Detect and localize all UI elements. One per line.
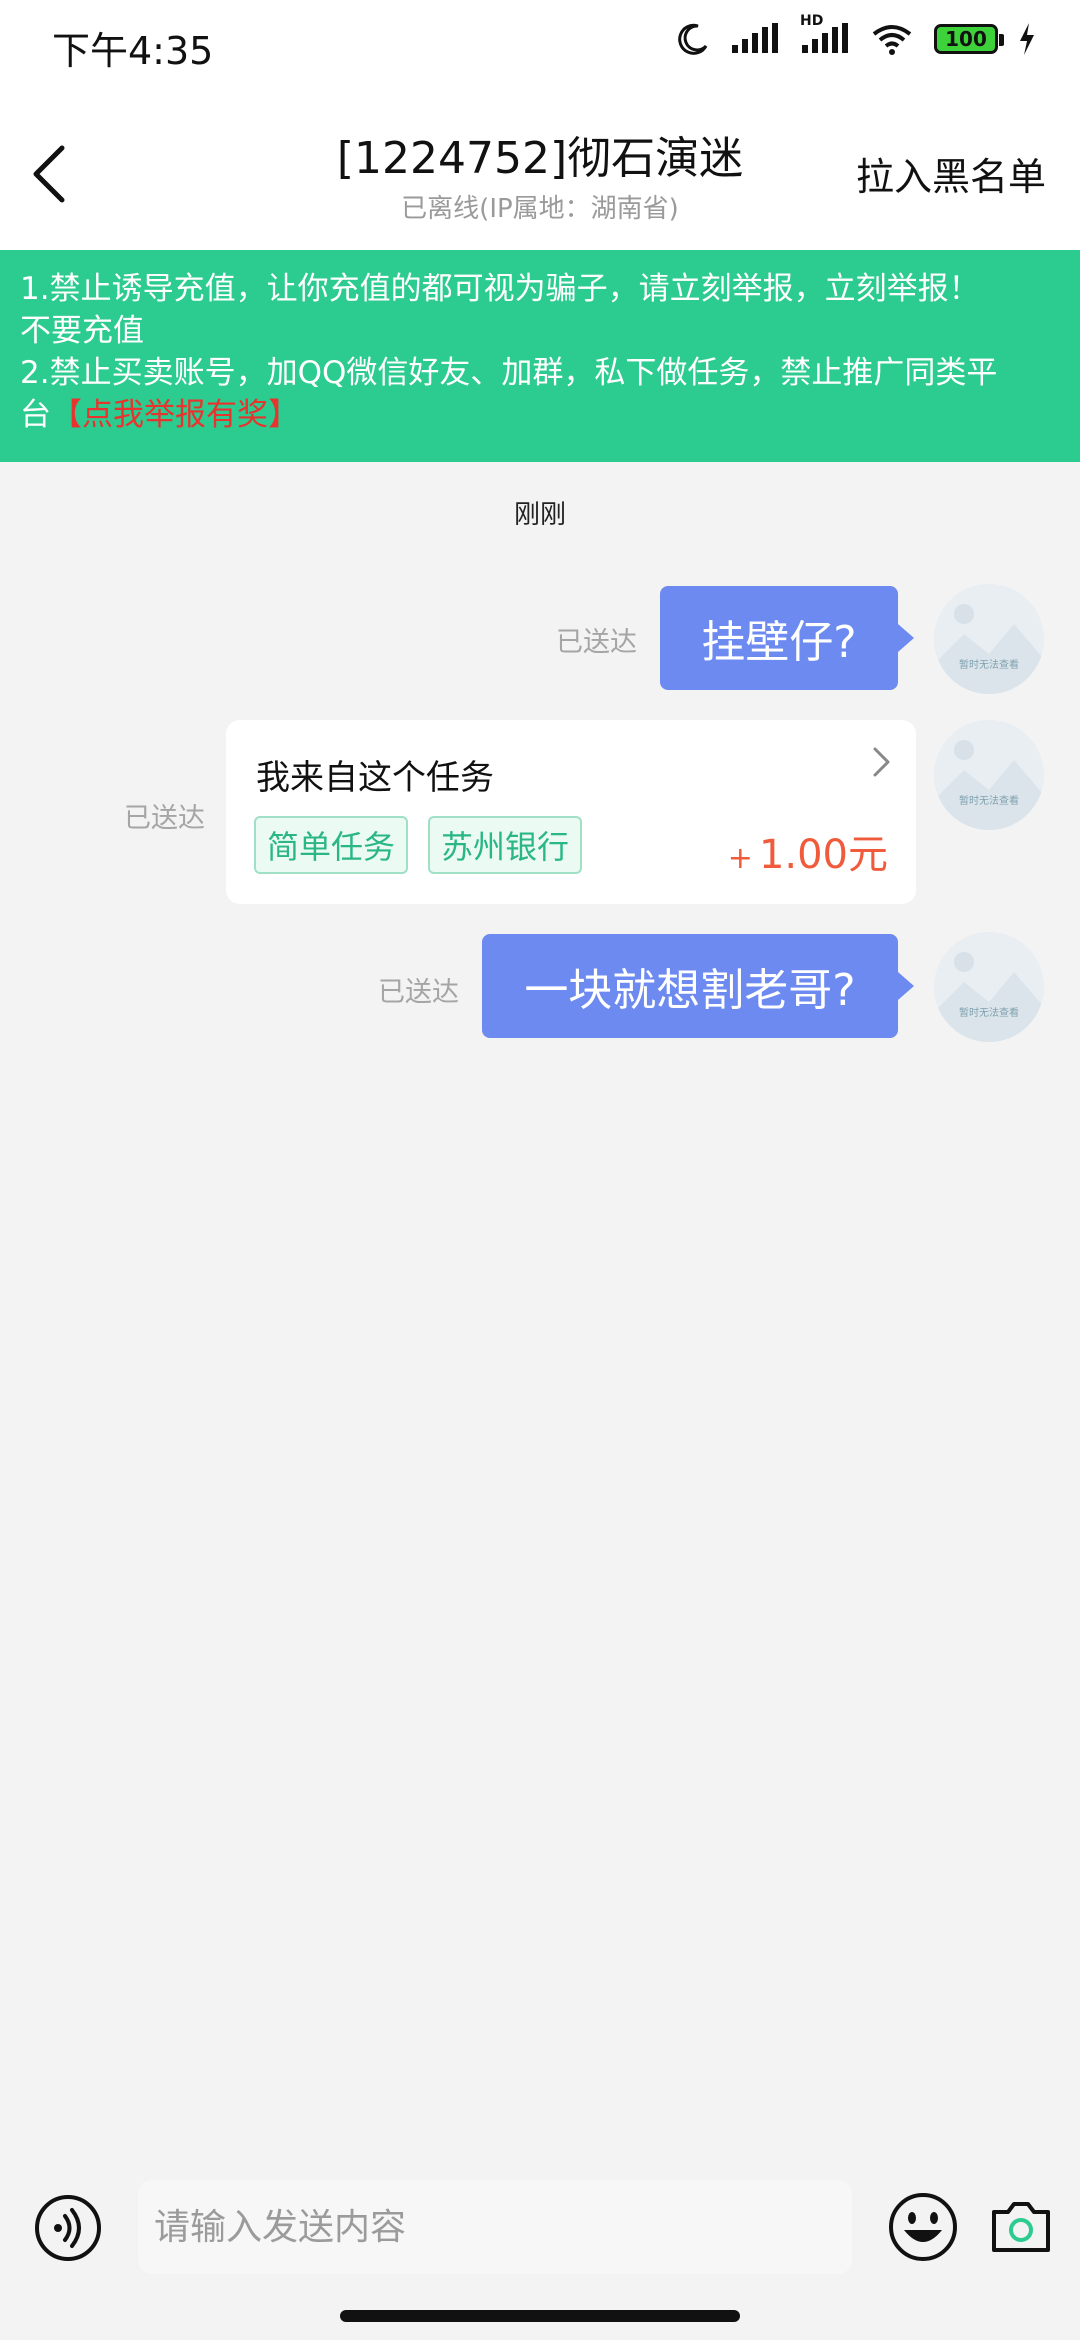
avatar-caption: 暂时无法查看 <box>959 1008 1019 1019</box>
message-text: 一块就想割老哥? <box>524 965 856 1016</box>
hd-signal: HD <box>800 13 850 55</box>
reward-sign: + <box>727 841 753 876</box>
cell-signal-icon <box>732 23 778 53</box>
notice-line-4-prefix: 台 <box>20 397 51 433</box>
report-link[interactable]: 【点我举报有奖】 <box>51 397 299 433</box>
task-title: 我来自这个任务 <box>256 758 494 798</box>
message-status: 已送达 <box>124 803 205 834</box>
task-reward: +1.00元 <box>728 822 888 880</box>
reward-amount: 1.00元 <box>758 832 888 878</box>
image-placeholder-icon <box>934 932 1044 1042</box>
input-bar <box>0 2170 1080 2340</box>
voice-icon[interactable] <box>34 2194 102 2262</box>
message-bubble[interactable]: 挂壁仔? <box>660 586 914 690</box>
hd-label: HD <box>800 13 824 29</box>
task-card[interactable]: 我来自这个任务 简单任务 苏州银行 +1.00元 <box>226 720 916 904</box>
home-indicator <box>340 2310 740 2322</box>
message-text: 挂壁仔? <box>701 617 857 668</box>
avatar[interactable]: 暂时无法查看 <box>934 932 1044 1042</box>
notice-line-4: 台【点我举报有奖】 <box>20 394 1060 436</box>
message-bubble[interactable]: 一块就想割老哥? <box>482 934 914 1038</box>
status-icons: HD 100 <box>676 13 1036 56</box>
camera-icon[interactable] <box>986 2192 1056 2262</box>
charging-bolt-icon <box>1020 23 1034 55</box>
avatar[interactable]: 暂时无法查看 <box>934 584 1044 694</box>
chat-timestamp: 刚刚 <box>513 500 566 530</box>
avatar-caption: 暂时无法查看 <box>959 660 1019 671</box>
wifi-icon <box>872 25 912 55</box>
task-tag: 简单任务 <box>254 816 408 874</box>
image-placeholder-icon <box>934 584 1044 694</box>
warning-notice: 1.禁止诱导充值，让你充值的都可视为骗子，请立刻举报，立刻举报！ 不要充值 2.… <box>0 250 1080 462</box>
chevron-right-icon <box>873 747 890 777</box>
notice-line-2: 不要充值 <box>20 313 144 349</box>
status-time: 下午4:35 <box>52 29 214 73</box>
notice-line-3: 2.禁止买卖账号，加QQ微信好友、加群，私下做任务，禁止推广同类平 <box>20 355 998 391</box>
message-input[interactable] <box>138 2180 852 2274</box>
avatar-caption: 暂时无法查看 <box>959 796 1019 807</box>
notice-line-1: 1.禁止诱导充值，让你充值的都可视为骗子，请立刻举报，立刻举报！ <box>20 271 980 307</box>
chat-header: [1224752]彻石演迷 已离线(IP属地：湖南省) 拉入黑名单 <box>0 90 1080 250</box>
image-placeholder-icon <box>934 720 1044 830</box>
avatar[interactable]: 暂时无法查看 <box>934 720 1044 830</box>
message-status: 已送达 <box>556 627 637 658</box>
message-status: 已送达 <box>378 977 459 1008</box>
emoji-icon[interactable] <box>888 2192 958 2262</box>
blacklist-button[interactable]: 拉入黑名单 <box>856 146 1046 201</box>
task-tag: 苏州银行 <box>428 816 582 874</box>
battery-indicator: 100 <box>934 24 1004 54</box>
moon-icon <box>678 23 708 55</box>
status-bar: 下午4:35 HD 100 <box>0 0 1080 90</box>
